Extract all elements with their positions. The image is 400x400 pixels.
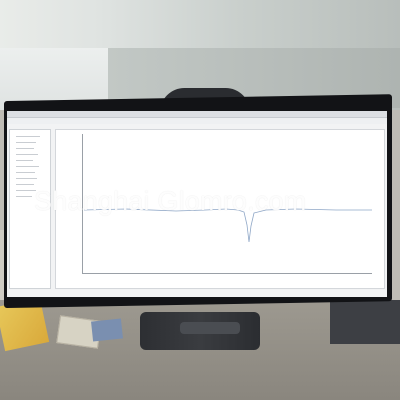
tree-row <box>16 166 39 167</box>
tree-row <box>16 160 33 161</box>
monitor-stand-base <box>180 322 240 334</box>
tree-row <box>16 196 32 197</box>
tree-row <box>16 172 35 173</box>
tree-row <box>16 154 38 155</box>
tree-row <box>16 136 40 137</box>
window-titlebar <box>7 111 387 118</box>
window-menubar <box>7 118 387 124</box>
photo-scene: Shanghai Glomro.com <box>0 0 400 400</box>
tree-row <box>16 148 34 149</box>
tree-row <box>16 190 36 191</box>
watermark-text: Shanghai Glomro.com <box>34 186 307 216</box>
tree-row <box>16 142 36 143</box>
desk-clutter-dark <box>330 300 400 344</box>
tree-row <box>16 184 34 185</box>
desk-clutter-blue <box>91 318 123 342</box>
tree-row <box>16 178 37 179</box>
